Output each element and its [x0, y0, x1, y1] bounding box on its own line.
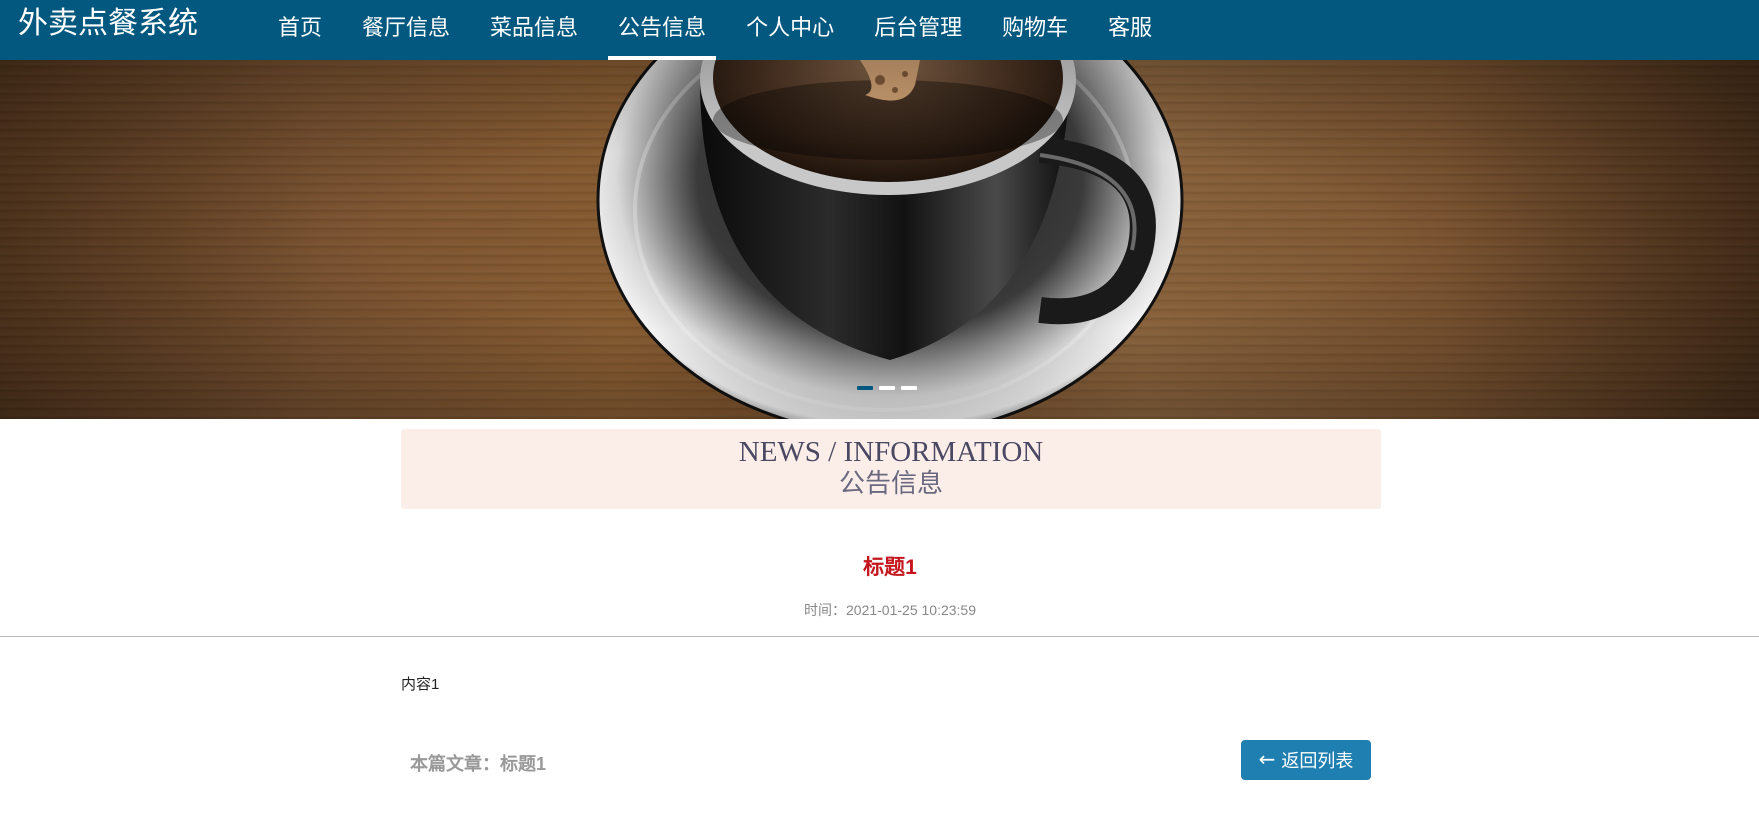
section-header: NEWS / INFORMATION 公告信息: [401, 429, 1381, 509]
nav-item-home[interactable]: 首页: [258, 0, 342, 60]
nav-item-label: 公告信息: [618, 16, 707, 41]
nav-item-label: 个人中心: [746, 16, 835, 41]
top-navbar: 外卖点餐系统 首页 餐厅信息 菜品信息 公告信息 个人中心 后台管理 购物车 客…: [0, 0, 1759, 60]
carousel-dot-1[interactable]: [857, 386, 873, 390]
divider: [0, 636, 1759, 637]
carousel-dot-3[interactable]: [901, 386, 917, 390]
section-title-en: NEWS / INFORMATION: [738, 436, 1044, 468]
nav-item-label: 餐厅信息: [362, 16, 451, 41]
nav-item-dishes[interactable]: 菜品信息: [470, 0, 598, 60]
arrow-left-icon: ←: [1258, 747, 1276, 771]
nav-item-label: 菜品信息: [490, 16, 579, 41]
current-article-info: 本篇文章：标题1: [410, 750, 546, 776]
carousel-dot-2[interactable]: [879, 386, 895, 390]
banner-vignette: [0, 60, 1759, 419]
nav-item-profile[interactable]: 个人中心: [726, 0, 854, 60]
nav-item-support[interactable]: 客服: [1088, 0, 1172, 60]
nav-item-announcements[interactable]: 公告信息: [598, 0, 726, 60]
nav-item-restaurant[interactable]: 餐厅信息: [342, 0, 470, 60]
current-label: 本篇文章：: [410, 754, 500, 774]
nav-item-label: 首页: [278, 16, 323, 41]
nav-item-cart[interactable]: 购物车: [982, 0, 1088, 60]
article-title: 标题1: [863, 556, 917, 579]
nav-item-admin[interactable]: 后台管理: [854, 0, 982, 60]
time-value: 2021-01-25 10:23:59: [846, 602, 976, 618]
site-brand[interactable]: 外卖点餐系统: [18, 6, 198, 42]
back-to-list-button[interactable]: ← 返回列表: [1241, 740, 1371, 780]
article-content: 内容1: [401, 676, 440, 693]
nav-item-label: 客服: [1108, 16, 1153, 41]
carousel-indicators: [857, 386, 917, 390]
time-label: 时间：: [804, 602, 846, 618]
nav-item-label: 购物车: [1002, 16, 1069, 41]
section-title-cn: 公告信息: [838, 469, 943, 499]
nav-item-label: 后台管理: [874, 16, 963, 41]
hero-banner[interactable]: [0, 60, 1759, 419]
back-button-label: 返回列表: [1281, 751, 1354, 772]
article-meta: 时间：2021-01-25 10:23:59: [0, 600, 1759, 620]
current-title: 标题1: [500, 754, 547, 774]
main-nav: 首页 餐厅信息 菜品信息 公告信息 个人中心 后台管理 购物车 客服: [258, 0, 1172, 60]
